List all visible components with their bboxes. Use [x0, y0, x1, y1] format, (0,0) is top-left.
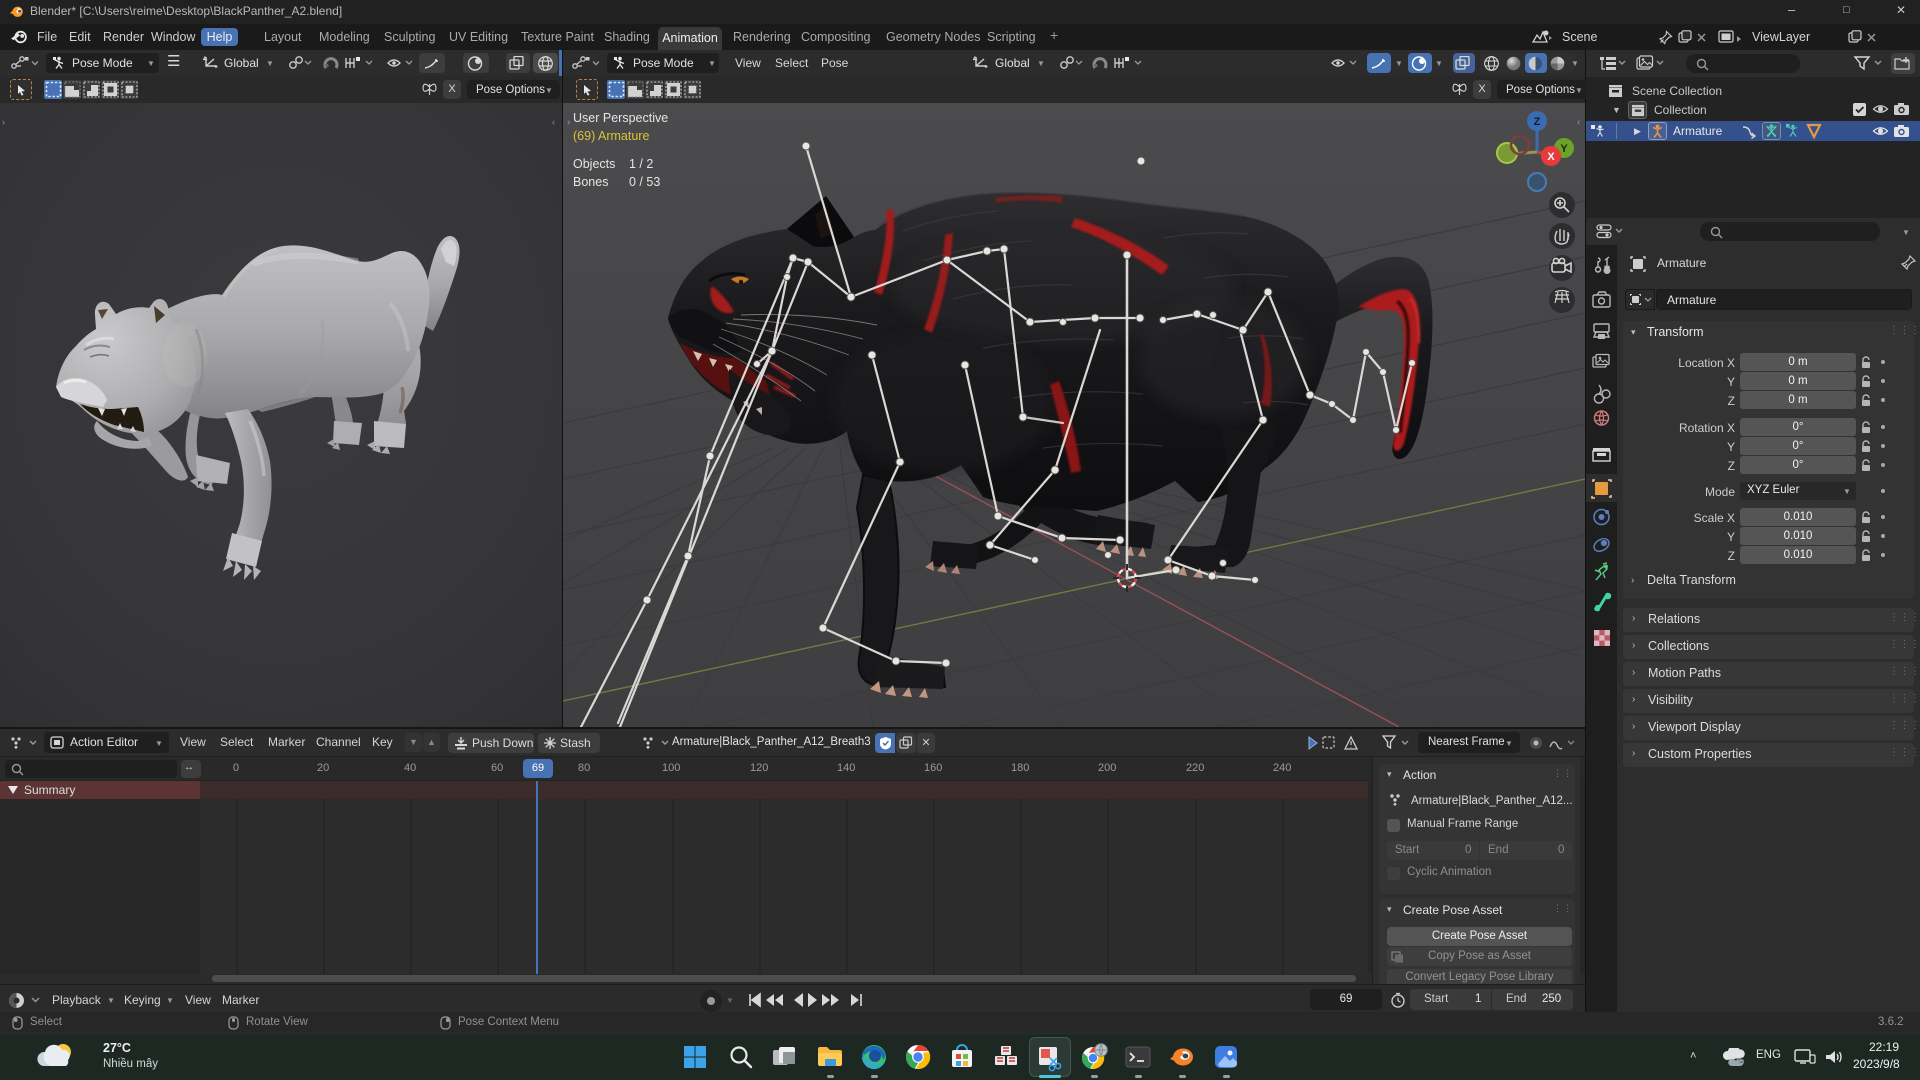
svg-text:X: X — [1547, 151, 1555, 163]
svg-text:Bones: Bones — [573, 175, 608, 189]
svg-text:Y: Y — [1560, 143, 1568, 155]
svg-text:‹: ‹ — [1577, 117, 1580, 128]
svg-text:1 / 2: 1 / 2 — [629, 157, 653, 171]
svg-text:Z: Z — [1534, 116, 1541, 128]
svg-text:›: › — [567, 117, 570, 128]
svg-text:User Perspective: User Perspective — [573, 111, 668, 125]
svg-text:Objects: Objects — [573, 157, 615, 171]
svg-text:0 / 53: 0 / 53 — [629, 175, 660, 189]
svg-text:(69) Armature: (69) Armature — [573, 129, 649, 143]
